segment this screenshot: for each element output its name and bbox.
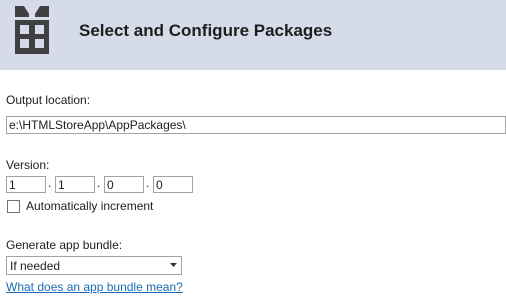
output-location-input[interactable]: [6, 116, 506, 134]
app-bundle-help-link[interactable]: What does an app bundle mean?: [6, 280, 183, 294]
app-bundle-label: Generate app bundle:: [6, 238, 123, 252]
page-title: Select and Configure Packages: [79, 21, 333, 40]
version-separator: .: [146, 176, 150, 190]
version-major-input[interactable]: [6, 176, 46, 193]
auto-increment-checkbox[interactable]: [7, 200, 20, 213]
package-gift-icon: [15, 6, 49, 54]
chevron-down-icon: [170, 263, 177, 267]
app-bundle-selected-value: If needed: [10, 259, 61, 273]
version-build-input[interactable]: [104, 176, 144, 193]
version-label: Version:: [6, 158, 50, 172]
output-location-label: Output location:: [6, 93, 91, 107]
version-revision-input[interactable]: [153, 176, 193, 193]
page-header: Select and Configure Packages: [0, 0, 506, 70]
version-separator: .: [48, 176, 52, 190]
app-bundle-select[interactable]: If needed: [6, 256, 182, 275]
auto-increment-label[interactable]: Automatically increment: [26, 199, 153, 213]
version-minor-input[interactable]: [55, 176, 95, 193]
version-separator: .: [97, 176, 101, 190]
